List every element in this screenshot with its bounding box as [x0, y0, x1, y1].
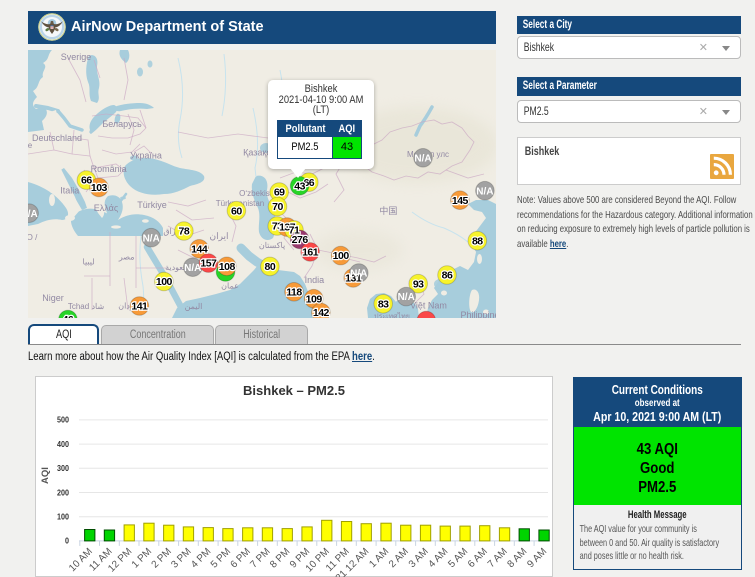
svg-text:200: 200	[57, 487, 69, 497]
svg-text:276: 276	[292, 234, 309, 246]
svg-text:109: 109	[306, 293, 323, 305]
svg-text:78: 78	[179, 226, 190, 238]
svg-text:70: 70	[272, 201, 283, 213]
svg-text:88: 88	[472, 235, 483, 247]
svg-text:Ελλάς: Ελλάς	[94, 203, 119, 213]
svg-text:43: 43	[294, 180, 305, 192]
svg-text:ايران: ايران	[209, 231, 228, 242]
svg-text:118: 118	[286, 286, 302, 298]
svg-text:Україна: Україна	[130, 151, 162, 161]
svg-text:N/A: N/A	[28, 209, 38, 220]
svg-text:5 PM: 5 PM	[209, 546, 233, 570]
svg-text:N/A: N/A	[184, 263, 201, 274]
svg-text:ليبيا: ليبيا	[83, 258, 95, 267]
svg-text:Sverige: Sverige	[61, 52, 92, 62]
svg-text:N/A: N/A	[398, 292, 415, 303]
svg-text:3 PM: 3 PM	[169, 546, 193, 570]
svg-text:500: 500	[57, 415, 69, 425]
svg-text:N/A: N/A	[350, 269, 367, 280]
svg-text:8 PM: 8 PM	[268, 546, 292, 570]
svg-text:142: 142	[313, 307, 330, 318]
svg-text:0: 0	[65, 536, 69, 546]
svg-text:3 AM: 3 AM	[407, 546, 431, 570]
svg-text:108: 108	[219, 261, 236, 273]
svg-text:România: România	[91, 164, 127, 174]
svg-text:پاکستان: پاکستان	[259, 241, 285, 250]
svg-text:India: India	[305, 275, 325, 285]
svg-text:83: 83	[378, 298, 389, 310]
svg-text:2 PM: 2 PM	[150, 546, 174, 570]
svg-text:Philippine: Philippine	[460, 310, 496, 318]
svg-text:ce: ce	[28, 141, 33, 150]
svg-text:اليمن: اليمن	[185, 302, 203, 311]
svg-text:Беларусь: Беларусь	[102, 119, 142, 129]
svg-text:中国: 中国	[379, 205, 397, 216]
svg-text:مصر: مصر	[118, 253, 135, 262]
svg-text:144: 144	[191, 243, 208, 255]
svg-text:6 AM: 6 AM	[466, 546, 490, 570]
svg-text:400: 400	[57, 439, 69, 449]
svg-text:Bishkek – PM2.5: Bishkek – PM2.5	[243, 383, 345, 398]
svg-text:93: 93	[413, 278, 424, 290]
svg-text:66: 66	[303, 177, 314, 189]
svg-text:Türkiye: Türkiye	[137, 200, 167, 210]
svg-text:O /: O /	[28, 233, 38, 242]
svg-text:8 AM: 8 AM	[506, 546, 530, 570]
svg-text:Deutschland: Deutschland	[32, 133, 82, 143]
svg-text:4 PM: 4 PM	[189, 546, 213, 570]
svg-text:5 AM: 5 AM	[446, 546, 470, 570]
svg-text:Việt Nam: Việt Nam	[410, 300, 447, 310]
svg-text:46: 46	[63, 314, 74, 318]
svg-text:157: 157	[200, 258, 217, 270]
svg-text:80: 80	[265, 261, 276, 273]
svg-text:N/A: N/A	[143, 233, 160, 244]
svg-text:86: 86	[442, 270, 453, 282]
svg-text:9 AM: 9 AM	[525, 546, 549, 570]
svg-text:103: 103	[91, 182, 108, 194]
svg-text:AQI: AQI	[40, 467, 51, 484]
svg-text:141: 141	[131, 301, 148, 313]
svg-text:عمان: عمان	[221, 281, 239, 290]
svg-text:Italia: Italia	[60, 186, 79, 196]
svg-text:6 PM: 6 PM	[229, 546, 253, 570]
svg-text:100: 100	[333, 250, 350, 262]
svg-text:60: 60	[231, 205, 242, 217]
svg-text:N/A: N/A	[476, 186, 493, 197]
svg-text:1 PM: 1 PM	[130, 546, 154, 570]
svg-text:161: 161	[302, 247, 319, 259]
svg-text:300: 300	[57, 463, 69, 473]
svg-text:1 AM: 1 AM	[367, 546, 391, 570]
svg-text:2 AM: 2 AM	[387, 546, 411, 570]
svg-text:7 PM: 7 PM	[248, 546, 272, 570]
svg-text:7 AM: 7 AM	[486, 546, 510, 570]
svg-text:Niger: Niger	[42, 293, 64, 303]
svg-text:100: 100	[156, 276, 173, 288]
svg-text:N/A: N/A	[414, 153, 431, 164]
svg-text:69: 69	[274, 187, 285, 199]
svg-text:4 AM: 4 AM	[427, 546, 451, 570]
svg-text:Tchad شاد: Tchad شاد	[68, 302, 105, 311]
svg-text:145: 145	[452, 195, 469, 207]
svg-text:100: 100	[57, 512, 69, 522]
